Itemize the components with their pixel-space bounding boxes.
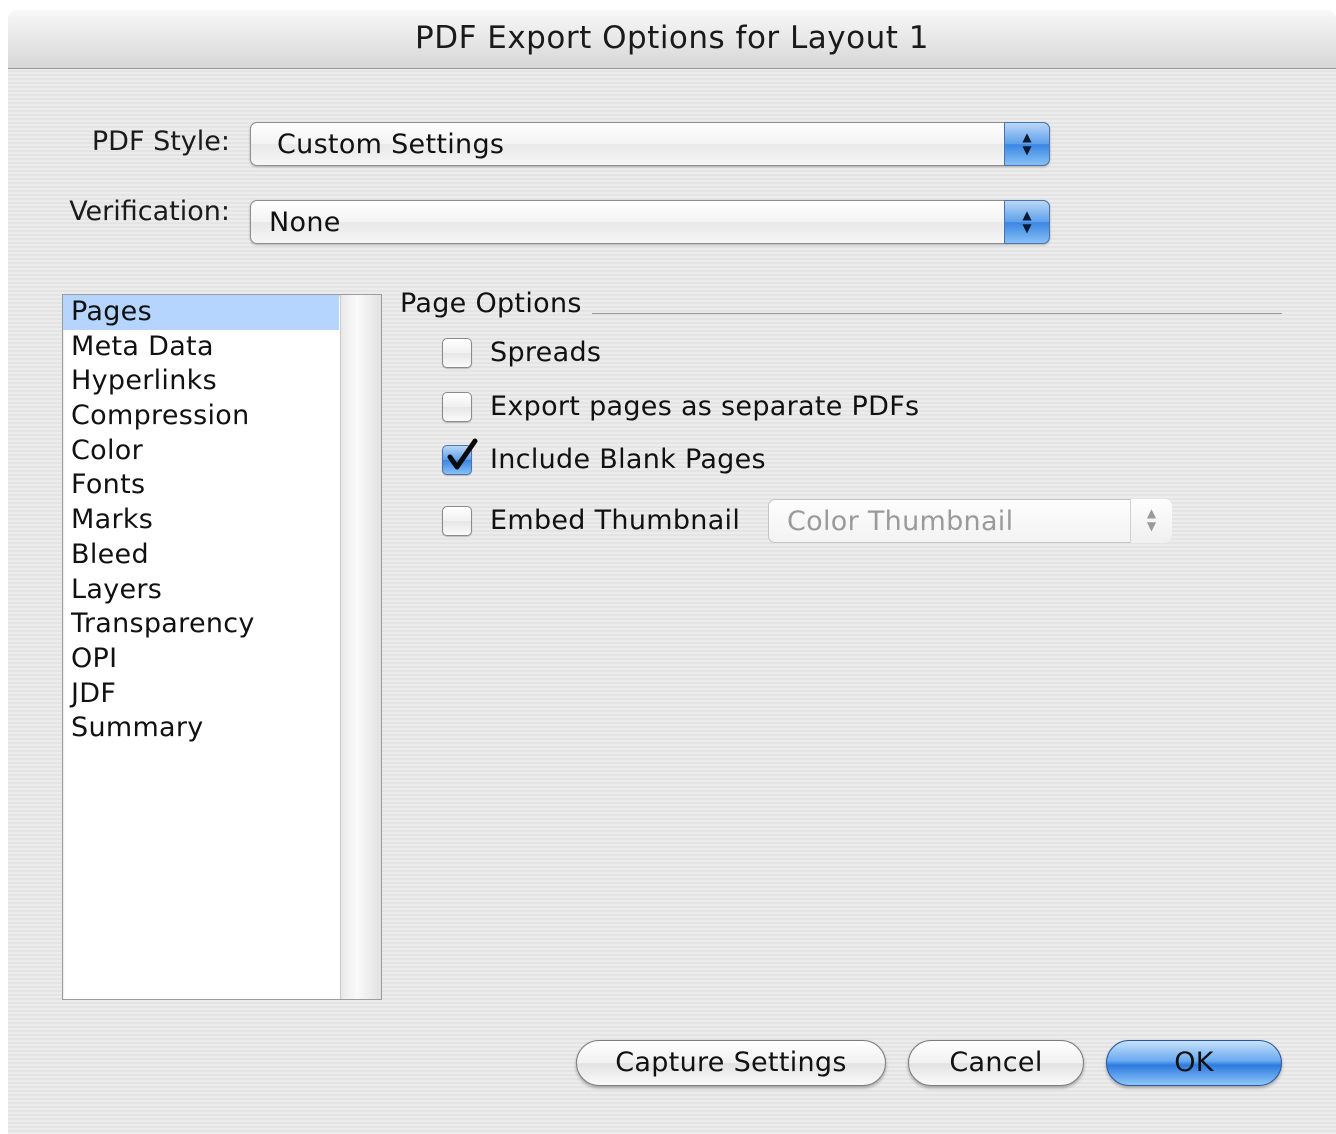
separate-pdfs-label: Export pages as separate PDFs <box>490 391 920 422</box>
popup-arrows-icon: ▲ ▼ <box>1004 200 1050 244</box>
thumbnail-label: Embed Thumbnail <box>490 505 741 536</box>
pdf-style-value: Custom Settings <box>277 129 505 160</box>
window-title: PDF Export Options for Layout 1 <box>8 10 1336 69</box>
list-scrollbar[interactable] <box>340 295 381 999</box>
ok-button[interactable]: OK <box>1106 1040 1282 1086</box>
popup-arrows-icon: ▲ ▼ <box>1130 499 1172 543</box>
list-item-jdf[interactable]: JDF <box>63 677 339 712</box>
capture-settings-button[interactable]: Capture Settings <box>576 1040 886 1086</box>
thumbnail-type-popup[interactable]: Color Thumbnail ▲ ▼ <box>768 499 1172 543</box>
spreads-option[interactable]: Spreads <box>442 336 842 372</box>
spreads-label: Spreads <box>490 337 602 368</box>
list-item-pages[interactable]: Pages <box>63 295 339 330</box>
pdf-style-popup[interactable]: Custom Settings ▲ ▼ <box>250 122 1050 166</box>
checkmark-icon <box>447 438 478 470</box>
list-item-opi[interactable]: OPI <box>63 642 339 677</box>
list-item-layers[interactable]: Layers <box>63 573 339 608</box>
thumbnail-checkbox[interactable] <box>442 506 472 536</box>
list-item-compression[interactable]: Compression <box>63 399 339 434</box>
blank-pages-label: Include Blank Pages <box>490 444 766 475</box>
list-item-summary[interactable]: Summary <box>63 711 339 746</box>
list-item-meta-data[interactable]: Meta Data <box>63 330 339 365</box>
thumbnail-type-value: Color Thumbnail <box>787 506 1014 537</box>
spreads-checkbox[interactable] <box>442 338 472 368</box>
group-divider <box>592 313 1282 314</box>
verification-value: None <box>269 207 341 238</box>
blank-pages-option[interactable]: Include Blank Pages <box>442 438 1042 479</box>
list-item-marks[interactable]: Marks <box>63 503 339 538</box>
cancel-button[interactable]: Cancel <box>908 1040 1084 1086</box>
list-item-transparency[interactable]: Transparency <box>63 607 339 642</box>
thumbnail-option[interactable]: Embed Thumbnail <box>442 504 762 540</box>
list-item-color[interactable]: Color <box>63 434 339 469</box>
separate-pdfs-option[interactable]: Export pages as separate PDFs <box>442 390 1042 426</box>
popup-arrows-icon: ▲ ▼ <box>1004 122 1050 166</box>
pdf-style-label: PDF Style: <box>91 126 230 157</box>
verification-popup[interactable]: None ▲ ▼ <box>250 200 1050 244</box>
verification-label: Verification: <box>69 196 230 227</box>
list-item-hyperlinks[interactable]: Hyperlinks <box>63 364 339 399</box>
list-item-fonts[interactable]: Fonts <box>63 468 339 503</box>
panel-list[interactable]: Pages Meta Data Hyperlinks Compression C… <box>62 294 382 1000</box>
pdf-export-dialog: PDF Export Options for Layout 1 PDF Styl… <box>8 10 1336 1134</box>
page-options-title: Page Options <box>400 288 582 319</box>
list-item-bleed[interactable]: Bleed <box>63 538 339 573</box>
blank-pages-checkbox[interactable] <box>442 438 478 475</box>
separate-pdfs-checkbox[interactable] <box>442 392 472 422</box>
